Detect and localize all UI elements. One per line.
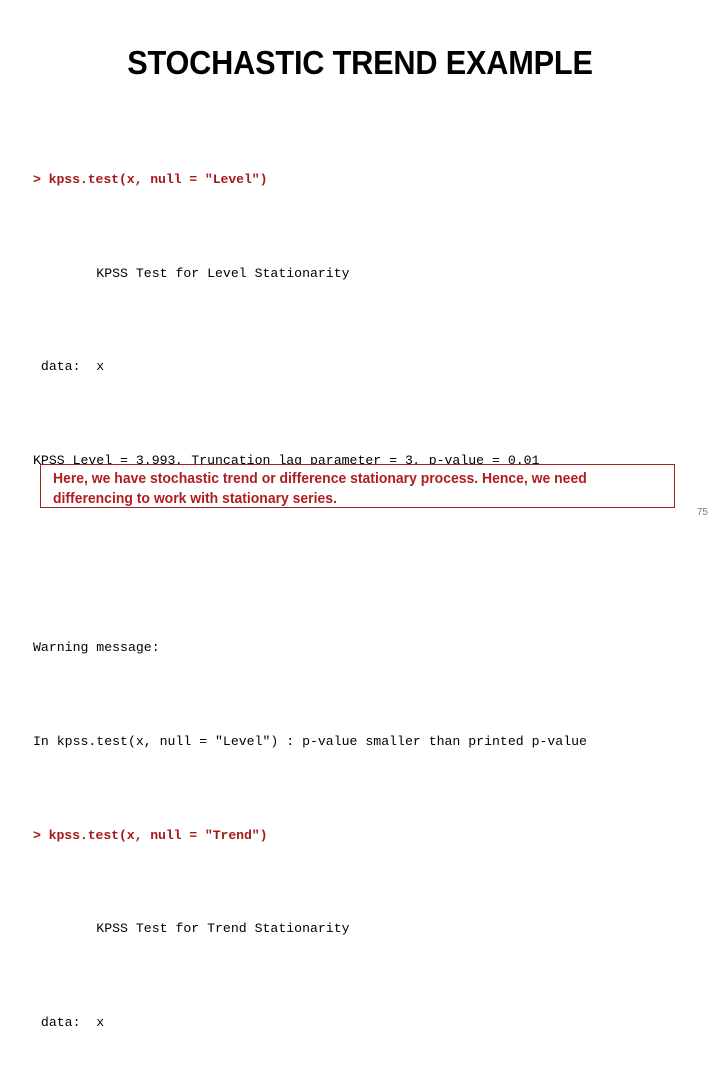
slide-page-number: 75: [696, 507, 708, 518]
slide: STOCHASTIC TREND EXAMPLE > kpss.test(x, …: [0, 0, 720, 1030]
page-title: STOCHASTIC TREND EXAMPLE: [127, 44, 593, 81]
console-line-level-warning-header: Warning message:: [33, 640, 160, 656]
console-line-prompt-trend: > kpss.test(x, null = "Trend"): [33, 827, 268, 843]
console-spacer-1: [33, 543, 693, 566]
console-line-level-data: data: x: [33, 359, 105, 375]
console-line-level-warning-body: In kpss.test(x, null = "Level") : p-valu…: [33, 733, 587, 749]
console-line-trend-test-heading: KPSS Test for Trend Stationarity: [33, 921, 350, 937]
console-line-level-test-heading: KPSS Test for Level Stationarity: [33, 265, 350, 281]
console-line-trend-data: data: x: [33, 1014, 105, 1030]
conclusion-callout-box: Here, we have stochastic trend or differ…: [40, 464, 675, 508]
console-line-prompt-level: > kpss.test(x, null = "Level"): [33, 172, 268, 188]
conclusion-callout-text: Here, we have stochastic trend or differ…: [53, 471, 587, 507]
r-console-output: > kpss.test(x, null = "Level") KPSS Test…: [33, 98, 693, 1080]
